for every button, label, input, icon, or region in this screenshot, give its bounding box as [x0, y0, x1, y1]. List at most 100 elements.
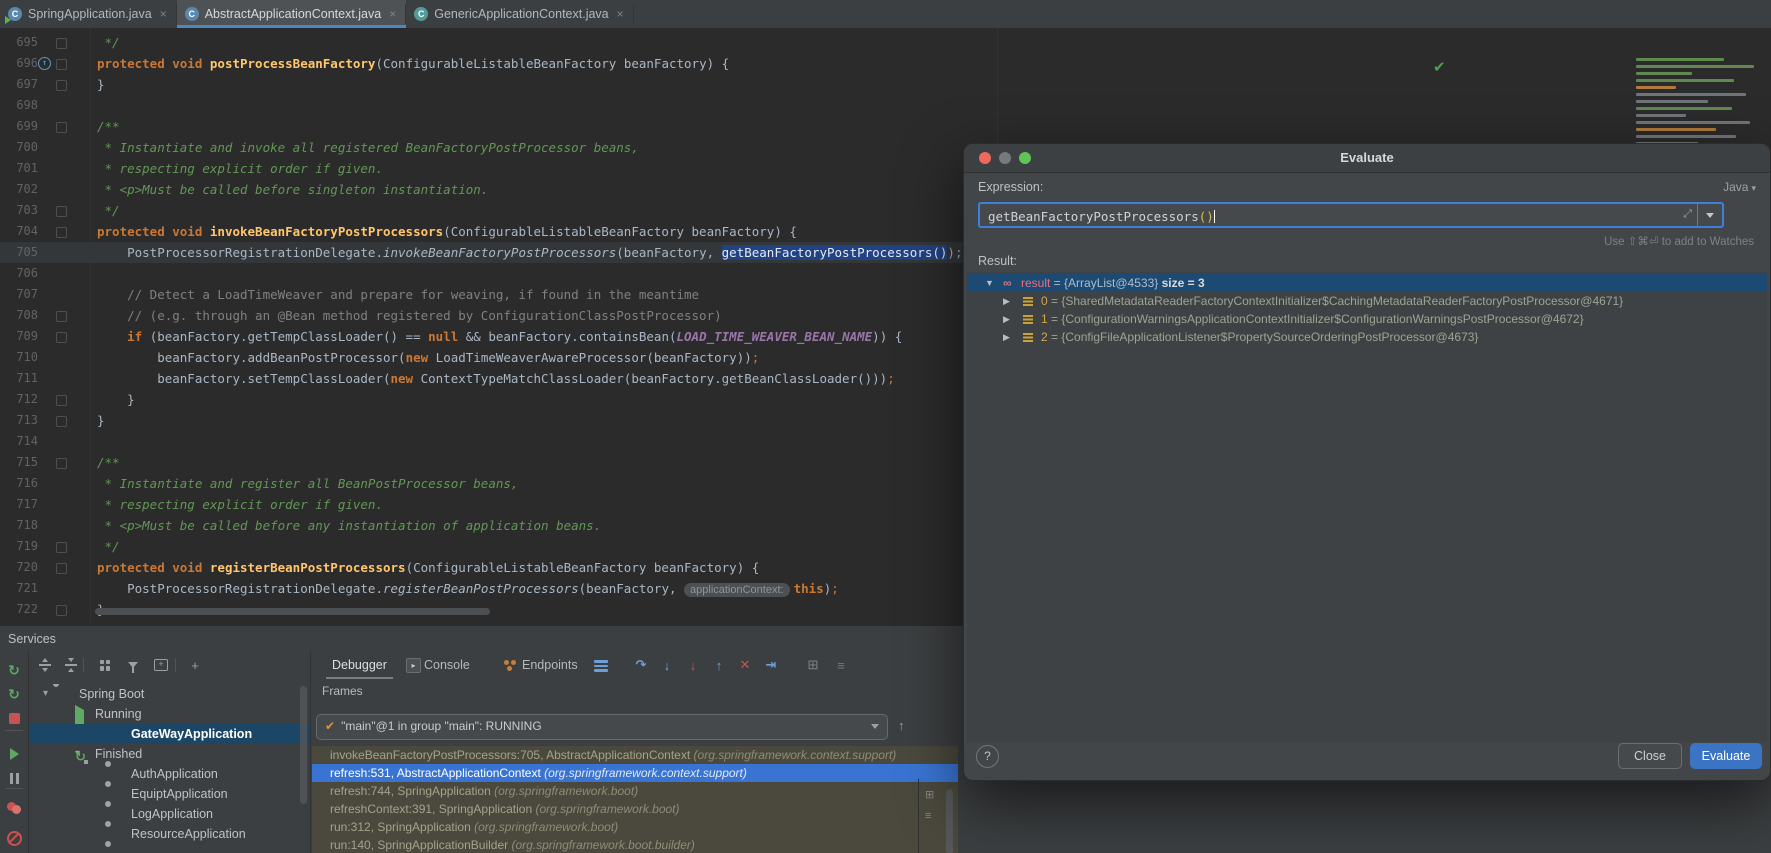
line-number[interactable]: 717 [0, 494, 38, 515]
tab-debugger[interactable]: Debugger [332, 652, 387, 678]
line-number[interactable]: 712 [0, 389, 38, 410]
editor-hscrollbar[interactable] [95, 608, 490, 615]
tree-item-AuthApplication[interactable]: AuthApplication [29, 764, 310, 784]
force-step-into-icon[interactable]: ↓ [682, 654, 704, 676]
line-number[interactable]: 706 [0, 263, 38, 284]
variables-toolbar-icon[interactable]: ⊞ [925, 788, 934, 801]
tree-item-Finished[interactable]: ▾↻Finished [29, 744, 310, 764]
step-out-icon[interactable]: ↑ [708, 654, 730, 676]
tree-item-EquiptApplication[interactable]: EquiptApplication [29, 784, 310, 804]
filter-icon[interactable] [123, 655, 143, 675]
add-service-icon[interactable]: + [185, 655, 205, 675]
tree-item-LogApplication[interactable]: LogApplication [29, 804, 310, 824]
line-number[interactable]: 721 [0, 578, 38, 599]
expand-editor-icon[interactable]: ⤢ [1683, 208, 1692, 221]
frame-row[interactable]: refresh:531, AbstractApplicationContext … [312, 764, 958, 782]
expression-history-dropdown[interactable] [1697, 204, 1722, 226]
fold-marker-icon[interactable] [56, 311, 67, 322]
expand-all-icon[interactable] [35, 655, 55, 675]
line-number[interactable]: 702 [0, 179, 38, 200]
fold-marker-icon[interactable] [56, 605, 67, 616]
line-number[interactable]: 714 [0, 431, 38, 452]
frame-row[interactable]: run:312, SpringApplication (org.springfr… [312, 818, 958, 836]
line-number[interactable]: 698 [0, 95, 38, 116]
tree-item-Spring Boot[interactable]: ▾Spring Boot [29, 684, 310, 704]
variables-toolbar-icon[interactable]: ≡ [925, 810, 931, 822]
fold-marker-icon[interactable] [56, 122, 67, 133]
frame-row[interactable]: refresh:744, SpringApplication (org.spri… [312, 782, 958, 800]
line-number[interactable]: 695 [0, 32, 38, 53]
chevron-right-icon[interactable]: ▶ [1003, 328, 1010, 346]
close-button[interactable]: Close [1618, 743, 1682, 769]
frame-row[interactable]: run:140, SpringApplicationBuilder (org.s… [312, 836, 958, 853]
fold-marker-icon[interactable] [56, 542, 67, 553]
line-number[interactable]: 718 [0, 515, 38, 536]
chevron-down-icon[interactable]: ▾ [43, 684, 48, 704]
line-number[interactable]: 707 [0, 284, 38, 305]
line-number[interactable]: 703 [0, 200, 38, 221]
thread-selector[interactable]: ✔"main"@1 in group "main": RUNNING [316, 714, 888, 740]
inspections-ok-icon[interactable]: ✔ [1433, 58, 1446, 76]
evaluate-expression-icon[interactable]: ⊞ [802, 654, 824, 676]
focus-frame-icon[interactable]: ↑ [898, 718, 905, 733]
fold-marker-icon[interactable] [56, 458, 67, 469]
frame-row[interactable]: invokeBeanFactoryPostProcessors:705, Abs… [312, 746, 958, 764]
line-number[interactable]: 709 [0, 326, 38, 347]
line-number[interactable]: 716 [0, 473, 38, 494]
line-number[interactable]: 722 [0, 599, 38, 620]
resume-icon[interactable] [0, 744, 28, 764]
override-method-icon[interactable]: ↑ [38, 57, 51, 70]
step-into-icon[interactable]: ↓ [656, 654, 678, 676]
editor-tab-GenericApplicationContext.java[interactable]: CGenericApplicationContext.java× [406, 0, 633, 28]
result-child-row[interactable]: ▶0 = {SharedMetadataReaderFactoryContext… [967, 292, 1767, 310]
frame-row[interactable]: refreshContext:391, SpringApplication (o… [312, 800, 958, 818]
add-tab-icon[interactable]: + [151, 655, 171, 675]
step-over-icon[interactable]: ↷ [630, 654, 652, 676]
rerun-debug-icon[interactable]: ↻ [0, 684, 28, 704]
line-number[interactable]: 715 [0, 452, 38, 473]
fold-marker-icon[interactable] [56, 395, 67, 406]
tab-endpoints[interactable]: Endpoints [522, 652, 578, 678]
close-tab-icon[interactable]: × [389, 7, 396, 21]
line-number[interactable]: 704 [0, 221, 38, 242]
line-number[interactable]: 720 [0, 557, 38, 578]
line-number[interactable]: 696 [0, 53, 38, 74]
expression-input[interactable]: getBeanFactoryPostProcessors() ⤢ [978, 202, 1724, 228]
line-number[interactable]: 719 [0, 536, 38, 557]
fold-marker-icon[interactable] [56, 563, 67, 574]
fold-marker-icon[interactable] [56, 227, 67, 238]
run-to-cursor-icon[interactable]: ⇥ [760, 654, 782, 676]
fold-marker-icon[interactable] [56, 416, 67, 427]
tree-item-clipped[interactable] [29, 844, 310, 853]
frames-scrollbar[interactable] [946, 789, 953, 853]
evaluate-button[interactable]: Evaluate [1690, 743, 1762, 769]
drop-frame-icon[interactable]: ✕ [734, 654, 756, 676]
fold-marker-icon[interactable] [56, 80, 67, 91]
fold-marker-icon[interactable] [56, 206, 67, 217]
editor-tab-AbstractApplicationContext.java[interactable]: CAbstractApplicationContext.java× [177, 0, 407, 28]
tree-item-Running[interactable]: ▾Running [29, 704, 310, 724]
help-button[interactable]: ? [976, 745, 999, 768]
mute-breakpoints-icon[interactable] [0, 828, 28, 848]
collapse-all-icon[interactable] [61, 655, 81, 675]
line-number[interactable]: 700 [0, 137, 38, 158]
line-number[interactable]: 699 [0, 116, 38, 137]
tab-console[interactable]: Console [424, 652, 470, 678]
language-selector[interactable]: Java [1723, 180, 1756, 194]
layout-settings-icon[interactable] [594, 660, 608, 671]
tree-item-GateWayApplication[interactable]: GateWayApplication [29, 724, 310, 744]
dialog-title-bar[interactable]: Evaluate [964, 144, 1770, 173]
line-number[interactable]: 705 [0, 242, 38, 263]
chevron-right-icon[interactable]: ▶ [1003, 310, 1010, 328]
fold-marker-icon[interactable] [56, 332, 67, 343]
result-child-row[interactable]: ▶1 = {ConfigurationWarningsApplicationCo… [967, 310, 1767, 328]
group-by-icon[interactable] [95, 655, 115, 675]
line-number[interactable]: 701 [0, 158, 38, 179]
close-tab-icon[interactable]: × [617, 7, 624, 21]
close-tab-icon[interactable]: × [160, 7, 167, 21]
line-number[interactable]: 697 [0, 74, 38, 95]
line-number[interactable]: 713 [0, 410, 38, 431]
line-number[interactable]: 710 [0, 347, 38, 368]
tree-item-ResourceApplication[interactable]: ResourceApplication [29, 824, 310, 844]
tree-scrollbar[interactable] [300, 686, 307, 804]
